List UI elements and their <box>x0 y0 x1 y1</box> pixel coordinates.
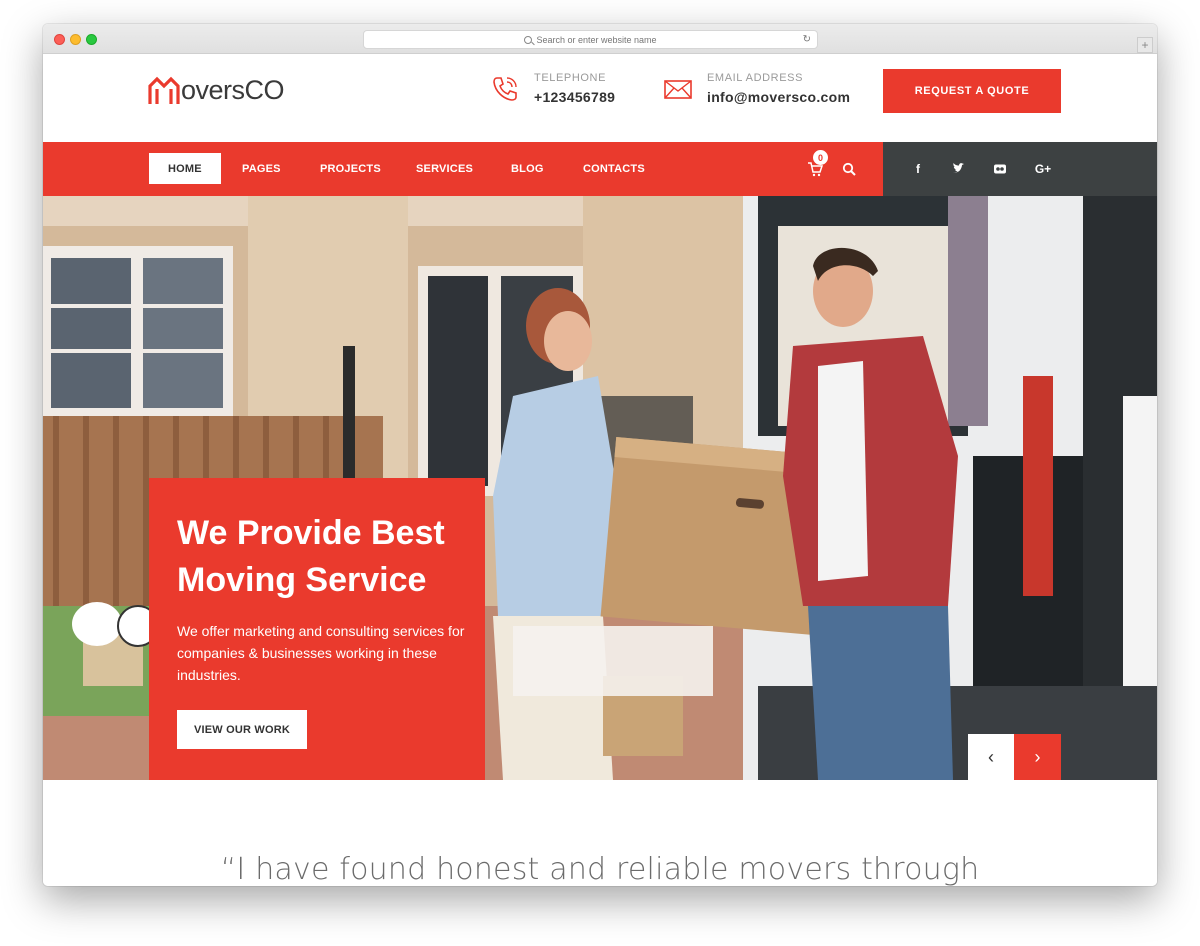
twitter-icon[interactable] <box>950 160 968 178</box>
address-bar-placeholder: Search or enter website name <box>536 34 657 45</box>
site-logo[interactable]: oversCO <box>148 72 285 108</box>
browser-window: Search or enter website name ↻ + oversCO… <box>43 24 1157 886</box>
new-tab-button[interactable]: + <box>1137 37 1153 53</box>
request-quote-button[interactable]: REQUEST A QUOTE <box>883 69 1061 113</box>
nav-item-blog[interactable]: BLOG <box>492 153 563 184</box>
maximize-window-button[interactable] <box>86 34 97 45</box>
nav-item-services[interactable]: SERVICES <box>397 153 492 184</box>
email-block: EMAIL ADDRESS info@moversco.com <box>663 72 850 105</box>
phone-icon <box>493 76 517 101</box>
slider-prev-button[interactable]: ‹ <box>968 734 1014 780</box>
facebook-icon[interactable]: f <box>909 160 927 178</box>
site-header: oversCO TELEPHONE +123456789 EMAIL ADDRE… <box>43 54 1157 142</box>
address-bar[interactable]: Search or enter website name ↻ <box>363 30 818 49</box>
nav-item-home[interactable]: HOME <box>149 153 221 184</box>
nav-item-projects[interactable]: PROJECTS <box>301 153 400 184</box>
cart-count-badge: 0 <box>813 150 828 165</box>
hero-caption-box: We Provide Best Moving Service We offer … <box>149 478 485 780</box>
mail-icon <box>664 79 692 99</box>
telephone-label: TELEPHONE <box>534 72 607 84</box>
flickr-icon[interactable] <box>991 160 1009 178</box>
hero-title: We Provide Best Moving Service <box>177 514 445 599</box>
reload-icon[interactable]: ↻ <box>803 34 811 45</box>
nav-item-pages[interactable]: PAGES <box>223 153 300 184</box>
slider-next-button[interactable]: › <box>1014 734 1061 780</box>
email-label: EMAIL ADDRESS <box>707 72 804 84</box>
social-bar: f G+ <box>883 142 1157 196</box>
testimonial-quote: “I have found honest and reliable movers… <box>220 852 980 886</box>
minimize-window-button[interactable] <box>70 34 81 45</box>
view-our-work-button[interactable]: VIEW OUR WORK <box>177 710 307 749</box>
hero-description: We offer marketing and consulting servic… <box>177 623 465 683</box>
telephone-block: TELEPHONE +123456789 <box>490 72 615 105</box>
hero-slider: We Provide Best Moving Service We offer … <box>43 196 1157 780</box>
logo-text: oversCO <box>181 74 285 105</box>
logo-house-icon <box>148 76 180 104</box>
close-window-button[interactable] <box>54 34 65 45</box>
search-icon <box>524 35 533 44</box>
search-icon[interactable] <box>842 162 856 176</box>
nav-item-contacts[interactable]: CONTACTS <box>564 153 664 184</box>
testimonial-section: “I have found honest and reliable movers… <box>43 780 1157 886</box>
browser-toolbar: Search or enter website name ↻ + <box>43 24 1157 54</box>
google-plus-icon[interactable]: G+ <box>1034 160 1052 178</box>
main-nav: HOME PAGES PROJECTS SERVICES BLOG CONTAC… <box>43 142 883 196</box>
email-value[interactable]: info@moversco.com <box>707 89 850 105</box>
telephone-value[interactable]: +123456789 <box>534 89 615 105</box>
